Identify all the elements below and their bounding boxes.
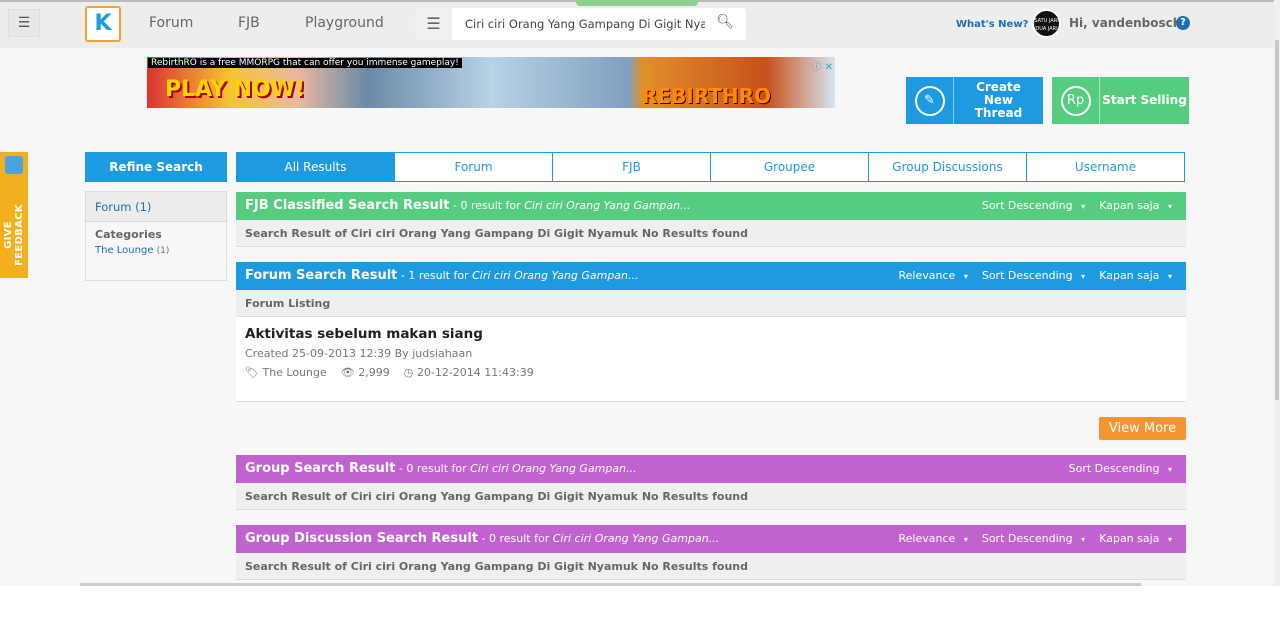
views-count: 2,999 bbox=[358, 366, 390, 379]
eye-icon: 👁︎ bbox=[340, 366, 355, 379]
result-count: - 0 result for bbox=[449, 199, 525, 212]
sort-dropdown[interactable]: Sort Descending bbox=[1069, 462, 1172, 475]
group-no-results: Search Result of Ciri ciri Orang Yang Ga… bbox=[236, 483, 1186, 510]
user-greeting[interactable]: Hi, vandenbosch bbox=[1069, 16, 1181, 30]
search-menu-icon[interactable]: ☰ bbox=[415, 8, 452, 40]
nav-fjb[interactable]: FJB bbox=[238, 15, 260, 31]
section-title: FJB Classified Search Result bbox=[245, 198, 450, 213]
feedback-envelope-icon bbox=[5, 156, 23, 174]
refine-search-header: Refine Search bbox=[85, 152, 227, 182]
result-query: Ciri ciri Orang Yang Gampan... bbox=[552, 532, 720, 545]
ad-close-icon[interactable]: ⓘ ✕ bbox=[811, 58, 833, 73]
start-selling-label: Start Selling bbox=[1102, 93, 1187, 107]
tag-icon: 🏷︎ bbox=[245, 366, 259, 379]
vertical-scrollbar[interactable] bbox=[1274, 0, 1280, 586]
filter-forum[interactable]: Forum (1) bbox=[86, 192, 226, 222]
tab-fjb[interactable]: FJB bbox=[552, 153, 710, 181]
tab-username[interactable]: Username bbox=[1026, 153, 1184, 181]
last-post-time: 20-12-2014 11:43:39 bbox=[416, 366, 534, 379]
time-dropdown[interactable]: Kapan saja bbox=[1099, 269, 1172, 282]
clock-icon: ◷ bbox=[403, 366, 414, 379]
section-title: Group Discussion Search Result bbox=[245, 531, 479, 546]
ad-caption: RebirthRO is a free MMORPG that can offe… bbox=[148, 58, 462, 68]
group-section-header: Group Search Result - 0 result for Ciri … bbox=[236, 455, 1186, 483]
tab-group-discussions[interactable]: Group Discussions bbox=[868, 153, 1026, 181]
relevance-dropdown[interactable]: Relevance bbox=[899, 269, 968, 282]
page: ☰ K Forum FJB Playground ☰ Ciri ciri Ora… bbox=[0, 0, 1274, 586]
result-query: Ciri ciri Orang Yang Gampan... bbox=[470, 462, 637, 475]
avatar[interactable]: SATU JARI DUA JARI bbox=[1032, 9, 1061, 38]
fjb-section-header: FJB Classified Search Result - 0 result … bbox=[236, 192, 1186, 220]
time-dropdown[interactable]: Kapan saja bbox=[1099, 532, 1172, 545]
give-feedback-tab[interactable]: GIVE FEEDBACK bbox=[0, 152, 28, 278]
whats-new-link[interactable]: What's New? bbox=[956, 19, 1028, 30]
result-query: Ciri ciri Orang Yang Gampan... bbox=[524, 199, 691, 212]
tab-forum[interactable]: Forum bbox=[394, 153, 552, 181]
result-tabs: All Results Forum FJB Groupee Group Disc… bbox=[236, 152, 1185, 182]
section-title: Forum Search Result bbox=[245, 268, 398, 283]
forum-listing-label: Forum Listing bbox=[236, 290, 1186, 317]
tab-all-results[interactable]: All Results bbox=[237, 153, 394, 181]
start-selling-button[interactable]: Rp Start Selling bbox=[1052, 77, 1189, 124]
search-icon[interactable]: 🔍︎ bbox=[716, 14, 734, 30]
ad-play-now: PLAY NOW! bbox=[165, 77, 306, 102]
nav-playground[interactable]: Playground bbox=[305, 15, 384, 31]
sort-dropdown[interactable]: Sort Descending bbox=[982, 199, 1085, 212]
section-title: Group Search Result bbox=[245, 461, 396, 476]
fjb-no-results: Search Result of Ciri ciri Orang Yang Ga… bbox=[236, 220, 1186, 247]
thread-views: 👁︎ 2,999 bbox=[341, 366, 390, 379]
kaskus-logo[interactable]: K bbox=[85, 6, 121, 42]
sort-dropdown[interactable]: Sort Descending bbox=[982, 532, 1085, 545]
tab-groupee[interactable]: Groupee bbox=[710, 153, 868, 181]
create-thread-label: Create New Thread bbox=[974, 80, 1023, 120]
category-the-lounge[interactable]: The Lounge (1) bbox=[86, 241, 226, 260]
forum-section-header: Forum Search Result - 1 result for Ciri … bbox=[236, 262, 1186, 290]
thread-created: Created 25-09-2013 12:39 By judsiahaan bbox=[245, 347, 473, 360]
result-query: Ciri ciri Orang Yang Gampan... bbox=[472, 269, 639, 282]
categories-heading: Categories bbox=[95, 228, 162, 241]
view-more-button[interactable]: View More bbox=[1099, 417, 1186, 440]
pencil-icon: ✎ bbox=[914, 85, 945, 116]
feedback-label: GIVE FEEDBACK bbox=[3, 204, 25, 266]
create-thread-button[interactable]: ✎ Create New Thread bbox=[906, 77, 1043, 124]
relevance-dropdown[interactable]: Relevance bbox=[899, 532, 968, 545]
sort-dropdown[interactable]: Sort Descending bbox=[982, 269, 1085, 282]
horizontal-scrollbar[interactable] bbox=[80, 583, 1141, 586]
notification-bar bbox=[576, 0, 698, 6]
result-count: - 0 result for bbox=[395, 462, 471, 475]
result-count: - 1 result for bbox=[397, 269, 473, 282]
time-dropdown[interactable]: Kapan saja bbox=[1099, 199, 1172, 212]
thread-last-post: ◷ 20-12-2014 11:43:39 bbox=[404, 366, 534, 379]
result-count: - 0 result for bbox=[478, 532, 553, 545]
thread-category[interactable]: 🏷︎ The Lounge bbox=[245, 366, 327, 379]
category-label[interactable]: The Lounge bbox=[262, 366, 326, 379]
search-bar: ☰ Ciri ciri Orang Yang Gampang Di Gigit … bbox=[415, 8, 746, 40]
rupiah-icon: Rp bbox=[1060, 85, 1091, 116]
category-count: (1) bbox=[156, 246, 170, 256]
category-label[interactable]: The Lounge bbox=[95, 245, 153, 256]
group-discussion-section-header: Group Discussion Search Result - 0 resul… bbox=[236, 525, 1186, 553]
nav-forum[interactable]: Forum bbox=[149, 15, 193, 31]
search-input[interactable]: Ciri ciri Orang Yang Gampang Di Gigit Ny… bbox=[465, 17, 705, 31]
refine-panel: Forum (1) Categories The Lounge (1) bbox=[85, 191, 227, 281]
thread-title[interactable]: Aktivitas sebelum makan siang bbox=[245, 326, 1177, 342]
help-icon[interactable]: ? bbox=[1176, 16, 1190, 30]
group-discussion-no-results: Search Result of Ciri ciri Orang Yang Ga… bbox=[236, 553, 1186, 580]
list-item: Aktivitas sebelum makan siang Created 25… bbox=[236, 317, 1186, 402]
ad-banner[interactable]: RebirthRO is a free MMORPG that can offe… bbox=[147, 57, 835, 108]
scrollbar-thumb[interactable] bbox=[1275, 40, 1279, 400]
ad-brand: REBIRTHRO bbox=[642, 84, 772, 108]
hamburger-icon[interactable]: ☰ bbox=[8, 9, 40, 37]
